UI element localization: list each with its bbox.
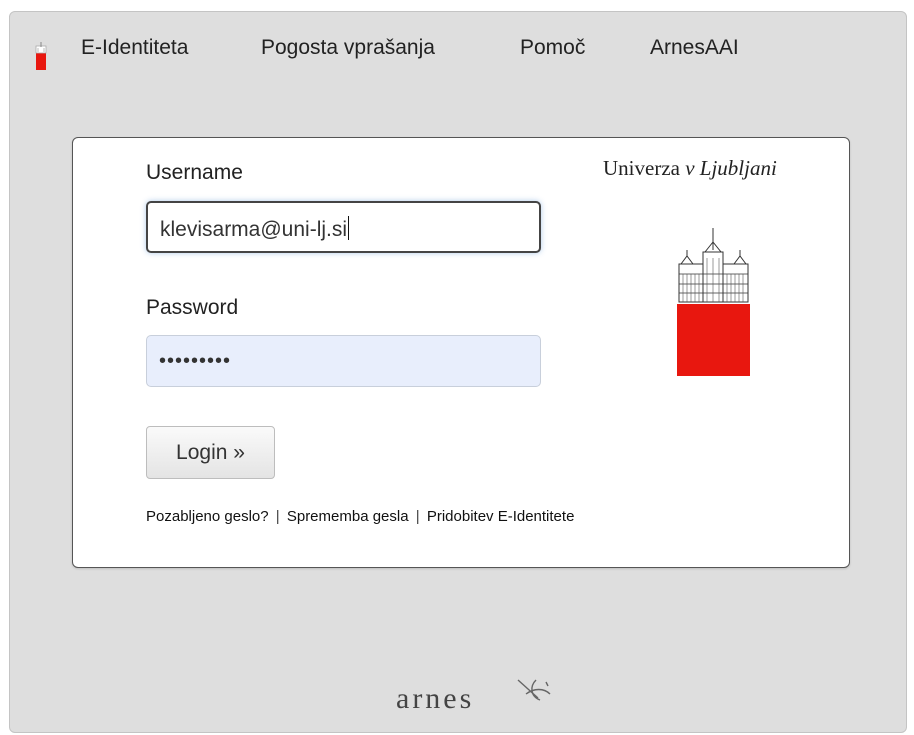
nav-pomoc[interactable]: Pomoč bbox=[520, 36, 585, 60]
forgot-password-link[interactable]: Pozabljeno geslo? bbox=[146, 508, 269, 525]
arnes-logo-icon bbox=[517, 679, 551, 701]
change-password-link[interactable]: Sprememba gesla bbox=[287, 508, 409, 525]
university-name: Univerza v Ljubljani bbox=[603, 156, 777, 181]
link-separator: | bbox=[275, 508, 280, 525]
login-button[interactable]: Login » bbox=[146, 426, 275, 479]
nav-e-identiteta[interactable]: E-Identiteta bbox=[81, 36, 188, 60]
text-caret bbox=[348, 216, 350, 240]
university-logo-icon bbox=[677, 228, 750, 376]
password-input[interactable]: ••••••••• bbox=[146, 335, 541, 387]
arnes-logo-text: arnes bbox=[396, 682, 475, 715]
login-card: Username klevisarma@uni-lj.si Password •… bbox=[72, 137, 850, 568]
password-label: Password bbox=[146, 296, 239, 319]
page-frame: E-Identiteta Pogosta vprašanja Pomoč Arn… bbox=[9, 11, 907, 733]
password-value: ••••••••• bbox=[159, 350, 232, 372]
username-label: Username bbox=[146, 161, 243, 184]
university-name-italic: v Ljubljani bbox=[685, 156, 777, 180]
username-input[interactable]: klevisarma@uni-lj.si bbox=[146, 201, 541, 253]
account-links: Pozabljeno geslo? | Sprememba gesla | Pr… bbox=[146, 508, 574, 525]
link-separator: | bbox=[415, 508, 420, 525]
university-name-plain: Univerza bbox=[603, 156, 680, 180]
e-identiteta-logo-icon bbox=[35, 42, 47, 70]
username-value: klevisarma@uni-lj.si bbox=[160, 218, 348, 241]
nav-pogosta-vprasanja[interactable]: Pogosta vprašanja bbox=[261, 36, 435, 60]
obtain-identity-link[interactable]: Pridobitev E-Identitete bbox=[427, 508, 575, 525]
nav-arnesaai[interactable]: ArnesAAI bbox=[650, 36, 739, 60]
top-navigation: E-Identiteta Pogosta vprašanja Pomoč Arn… bbox=[10, 12, 906, 84]
